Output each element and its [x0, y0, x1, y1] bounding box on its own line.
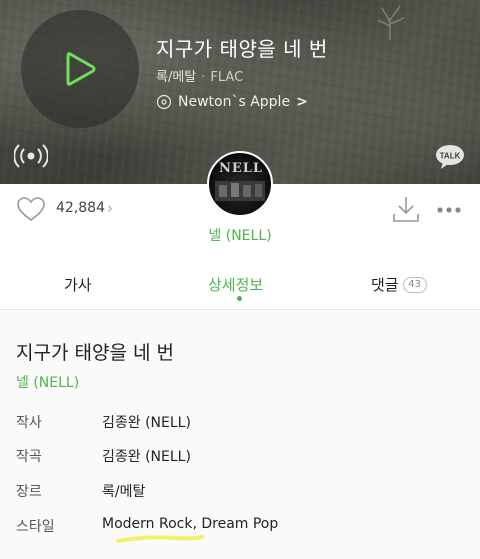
kakao-talk-share-button[interactable]: TALK — [435, 144, 465, 170]
more-options-icon[interactable] — [436, 206, 462, 214]
comment-count-badge: 43 — [402, 276, 427, 293]
song-title: 지구가 태양을 네 번 — [156, 37, 328, 61]
play-button[interactable] — [21, 10, 139, 128]
genre-value: 록/메탈 — [102, 484, 146, 500]
talk-label: TALK — [440, 152, 461, 161]
composer-label: 작곡 — [16, 449, 42, 465]
audio-format: FLAC — [210, 70, 244, 85]
background-tree-graphic — [377, 5, 405, 40]
avatar-band-logo: NELL — [218, 161, 264, 176]
meta-separator: · — [201, 70, 206, 85]
song-genre: 록/메탈 — [156, 70, 197, 85]
song-meta: 록/메탈 · FLAC — [156, 66, 243, 85]
style-label: 스타일 — [16, 519, 55, 535]
tab-details[interactable]: 상세정보 — [208, 274, 263, 295]
style-link-dream-pop[interactable]: Dream Pop — [201, 516, 278, 532]
lyricist-label: 작사 — [16, 415, 42, 431]
play-icon — [66, 52, 96, 86]
tab-comments[interactable]: 댓글 43 — [371, 274, 427, 295]
content-tabs: 가사 상세정보 댓글 43 — [0, 262, 480, 310]
composer-value[interactable]: 김종완 (NELL) — [102, 446, 191, 466]
detail-song-title: 지구가 태양을 네 번 — [16, 342, 174, 364]
highlighter-underline-mark — [116, 535, 204, 543]
download-icon[interactable] — [392, 194, 420, 224]
tab-comments-label: 댓글 — [371, 276, 399, 294]
album-chevron-icon: > — [296, 94, 308, 110]
genre-label: 장르 — [16, 484, 42, 500]
style-values: Modern Rock, Dream Pop — [102, 516, 278, 532]
like-count[interactable]: 42,884 — [56, 200, 105, 216]
artist-avatar[interactable]: NELL — [207, 151, 273, 217]
radio-broadcast-icon[interactable] — [14, 141, 48, 171]
album-name: Newton`s Apple — [178, 94, 291, 110]
heart-icon[interactable] — [16, 196, 46, 222]
disc-icon — [156, 94, 172, 110]
active-tab-indicator — [237, 296, 242, 301]
tab-lyrics[interactable]: 가사 — [64, 274, 92, 295]
album-link[interactable]: Newton`s Apple > — [156, 94, 308, 110]
style-link-modern-rock[interactable]: Modern Rock — [102, 516, 192, 532]
avatar-photo-graphic — [215, 181, 265, 201]
artist-name-link[interactable]: 넬 (NELL) — [0, 225, 480, 245]
like-chevron-icon[interactable]: › — [107, 199, 113, 217]
lyricist-value[interactable]: 김종완 (NELL) — [102, 412, 191, 432]
detail-artist-link[interactable]: 넬 (NELL) — [16, 372, 79, 392]
